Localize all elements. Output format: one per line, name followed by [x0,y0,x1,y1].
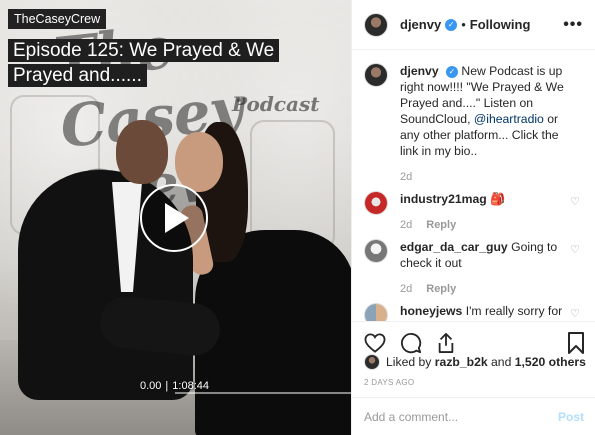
like-heart-icon[interactable] [364,332,386,353]
comment-meta: 2d Reply [400,217,505,233]
likes-summary: Liked by razb_b2k and 1,520 others [364,354,586,370]
episode-title-text: Episode 125: We Prayed & We Prayed and..… [8,39,280,87]
liker-avatar[interactable] [364,354,380,370]
caption-meta: 2d [400,169,566,185]
comment-like-heart-icon[interactable]: ♡ [570,243,580,256]
commenter-avatar[interactable] [364,303,388,321]
commenter-avatar[interactable] [364,239,388,263]
post-sidebar: djenvy ✓ • Following ••• djenvy ✓ New Po… [351,0,595,435]
liker-username[interactable]: razb_b2k [435,355,488,369]
play-icon [165,203,189,233]
more-options-icon[interactable]: ••• [563,16,583,34]
comment-bubble-icon[interactable] [400,332,422,354]
likes-prefix: Liked by [386,355,432,369]
episode-title: Episode 125: We Prayed & We Prayed and..… [8,38,338,88]
commenter-username[interactable]: honeyjews [400,304,462,318]
post-comment-button[interactable]: Post [558,410,584,424]
comment-meta: 2d Reply [400,281,566,297]
play-button[interactable] [140,184,208,252]
likes-others-link[interactable]: 1,520 others [515,355,586,369]
comment-like-heart-icon[interactable]: ♡ [570,307,580,320]
reply-button[interactable]: Reply [426,281,456,297]
podcast-logo-subtext: Podcast [232,92,320,116]
comment-item: edgar_da_car_guy Going to check it out 2… [364,239,584,297]
share-upload-icon[interactable] [436,332,456,354]
post-media[interactable]: The Casey Crew Podcast TheCaseyCrew Epis… [0,0,351,435]
time-separator: | [165,380,169,392]
add-comment-form: Post [352,397,595,435]
author-avatar[interactable] [364,12,388,37]
comment-age[interactable]: 2d [400,281,412,297]
commenter-username[interactable]: edgar_da_car_guy [400,240,508,254]
caption-username[interactable]: djenvy [400,64,439,78]
man-head [116,120,168,184]
comment-body: industry21mag 🎒 2d Reply [400,191,523,233]
caption-age[interactable]: 2d [400,169,412,185]
woman-head [175,132,223,192]
author-username[interactable]: djenvy [400,17,441,32]
comment-body: honeyjews I'm really sorry for the lost … [400,303,584,321]
verified-badge-icon: ✓ [446,65,459,78]
video-progress-bar[interactable] [175,392,351,394]
channel-label: TheCaseyCrew [8,9,107,29]
likes-conjunction: and [491,355,512,369]
comment-age[interactable]: 2d [400,217,412,233]
following-button[interactable]: Following [470,17,531,32]
mention-link[interactable]: @iheartradio [474,112,544,126]
video-time: 0.00 | 1:08:44 [140,380,209,392]
comment-item: industry21mag 🎒 2d Reply ♡ [364,191,584,233]
current-time: 0.00 [140,380,162,392]
separator-dot: • [461,17,466,32]
comments-list[interactable]: djenvy ✓ New Podcast is up right now!!!!… [352,51,595,321]
post-timestamp[interactable]: 2 DAYS AGO [364,378,414,387]
duration: 1:08:44 [172,380,209,392]
bookmark-save-icon[interactable] [568,331,584,354]
caption: djenvy ✓ New Podcast is up right now!!!!… [364,63,584,185]
caption-body: djenvy ✓ New Podcast is up right now!!!!… [400,63,584,185]
comment-input[interactable] [364,409,558,424]
comment-body: edgar_da_car_guy Going to check it out 2… [400,239,584,297]
post-header: djenvy ✓ • Following ••• [352,0,595,50]
backpack-emoji-icon: 🎒 [490,192,506,206]
commenter-username[interactable]: industry21mag [400,192,487,206]
caption-author-avatar[interactable] [364,63,388,87]
reply-button[interactable]: Reply [426,217,456,233]
comment-like-heart-icon[interactable]: ♡ [570,195,580,208]
comment-item: honeyjews I'm really sorry for the lost … [364,303,584,321]
commenter-avatar[interactable] [364,191,388,215]
verified-badge-icon: ✓ [445,18,458,31]
